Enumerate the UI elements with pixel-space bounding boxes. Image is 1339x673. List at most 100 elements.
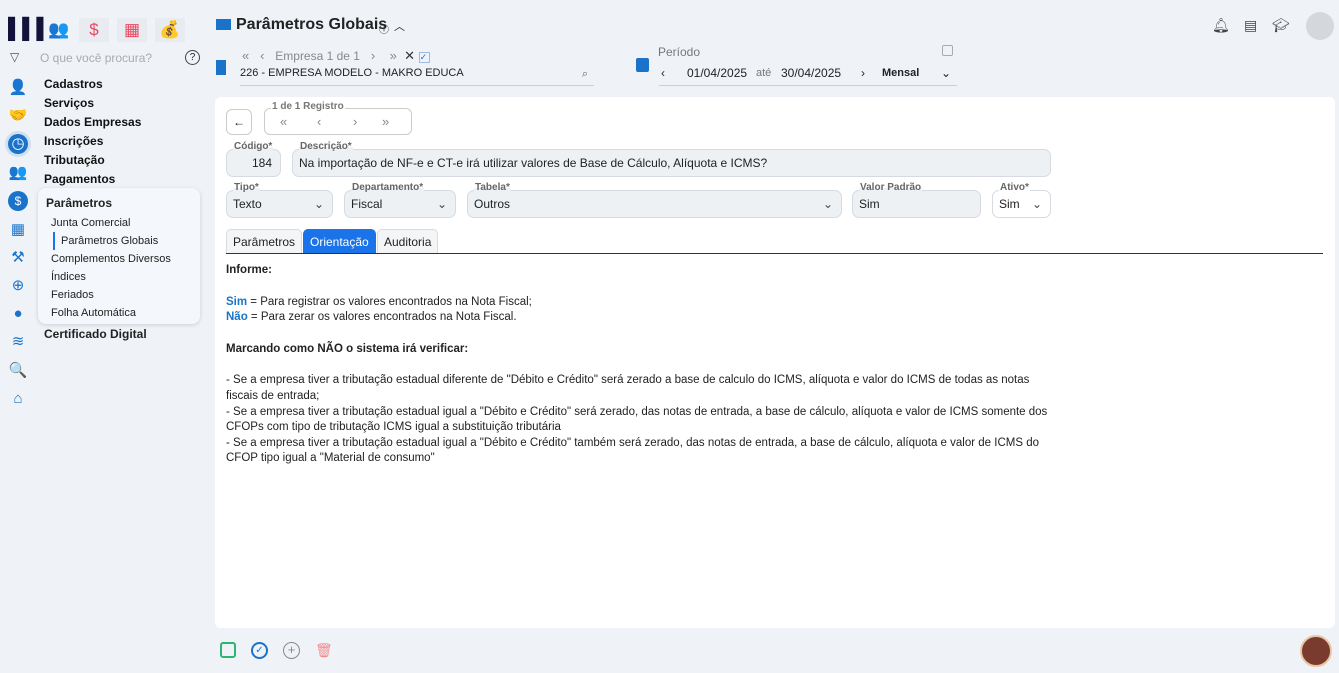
descricao-label: Descrição* [299,141,353,153]
ativo-value: Sim [999,197,1020,211]
descricao-field[interactable]: Descrição* Na importação de NF-e e CT-e i… [292,141,1051,177]
codigo-value: 184 [251,156,272,170]
period-checkbox[interactable] [942,45,953,56]
period-field: ‹ 01/04/2025 até 30/04/2025 › Mensal ⌄ [659,63,957,86]
record-nav: 1 de 1 Registro « ‹ › » [264,101,412,135]
until-label: até [756,67,772,79]
search-icon[interactable]: ⌕ [582,65,588,83]
menu-item[interactable]: Tributação [44,151,141,170]
handshake-icon[interactable]: 🤝 [8,106,28,126]
calculator-icon[interactable]: ▦ [8,220,28,240]
chevron-down-icon: ⌄ [1031,197,1042,211]
codigo-field[interactable]: Código* 184 [226,141,281,177]
filter-icon[interactable]: ▽ [10,50,19,64]
next-button[interactable]: › [371,48,375,63]
sim-keyword: Sim [226,295,248,308]
dollar-circle-icon[interactable]: $ [8,191,28,211]
globe-icon[interactable]: ⊕ [8,276,28,296]
departamento-select[interactable]: Departamento* Fiscal ⌄ [344,182,456,218]
chevron-down-icon[interactable]: ⌄ [941,63,951,83]
end-date[interactable]: 30/04/2025 [781,63,841,83]
valor-padrao-label: Valor Padrão [859,182,923,194]
company-nav-label: Empresa 1 de 1 [275,49,360,63]
tab-auditoria[interactable]: Auditoria [377,229,439,253]
tab-parametros[interactable]: Parâmetros [226,229,303,253]
dollar-icon[interactable]: $ [79,18,109,42]
next-period-button[interactable]: › [861,63,865,83]
codigo-label: Código* [233,141,274,153]
menu-item[interactable]: Inscrições [44,132,141,151]
help-icon[interactable]: ? [185,50,200,65]
period-label: Período [658,45,701,59]
orientation-bullet: - Se a empresa tiver a tributação estadu… [226,436,1039,465]
chevron-up-icon[interactable]: ︿ [394,18,405,34]
nao-keyword: Não [226,311,248,324]
prev-button[interactable]: ‹ [260,48,264,63]
tipo-value: Texto [233,197,262,211]
prev-period-button[interactable]: ‹ [661,63,665,83]
menu-item[interactable]: Cadastros [44,75,141,94]
tipo-label: Tipo* [233,182,260,194]
submenu-item[interactable]: Complementos Diversos [46,250,200,268]
assistant-avatar[interactable] [1300,635,1332,667]
prev-record-button[interactable]: ‹ [317,114,321,129]
submenu-item[interactable]: Índices [46,268,200,286]
first-record-button[interactable]: « [280,114,287,129]
confirm-icon[interactable]: ✓ [251,642,268,659]
chevron-down-icon: ⌄ [822,197,833,211]
users-icon[interactable]: 👥 [44,18,74,42]
period-mode-select[interactable]: Mensal [882,63,919,83]
home-icon[interactable]: ⌂ [8,389,28,409]
tipo-select[interactable]: Tipo* Texto ⌄ [226,182,333,218]
people-icon[interactable]: 👥 [8,163,28,183]
tab-orientacao[interactable]: Orientação [303,229,376,253]
menu-item[interactable]: Certificado Digital [44,327,147,341]
last-button[interactable]: » [390,48,397,63]
layers-icon[interactable]: ≋ [8,332,28,352]
submenu-title[interactable]: Parâmetros [46,192,200,214]
money-bag-icon[interactable]: 💰 [155,18,185,42]
clock-icon[interactable]: ◷ [8,134,28,154]
avatar[interactable] [1306,12,1334,40]
menu-item[interactable]: Pagamentos [44,170,141,189]
search-input[interactable]: O que você procura? [40,51,152,65]
back-button[interactable]: ← [226,109,252,135]
record-nav-label: 1 de 1 Registro [271,101,345,112]
company-field[interactable]: 226 - EMPRESA MODELO - MAKRO EDUCA ⌕ [240,64,594,86]
submenu-item-active[interactable]: Parâmetros Globais [53,232,200,250]
calendar-icon [636,58,649,72]
user-settings-icon[interactable]: 👤 [8,78,28,98]
add-icon[interactable]: + [283,642,300,659]
info-icon[interactable]: ⓘ [379,21,389,36]
ativo-select[interactable]: Ativo* Sim ⌄ [992,182,1051,218]
building-icon [216,60,226,75]
orientation-bullet: - Se a empresa tiver a tributação estadu… [226,374,1030,402]
departamento-value: Fiscal [351,197,383,211]
sim-text: = Para registrar os valores encontrados … [247,295,532,308]
first-button[interactable]: « [242,48,249,63]
search-icon[interactable]: 🔍 [8,361,28,381]
next-record-button[interactable]: › [353,114,357,129]
tools-icon[interactable]: ⚒ [8,248,28,268]
graduation-cap-icon[interactable]: 🎓︎ [1272,17,1290,34]
tabela-value: Outros [474,197,511,211]
menu-item[interactable]: Serviços [44,94,141,113]
submenu-item[interactable]: Junta Comercial [46,214,200,232]
side-menu: Cadastros Serviços Dados Empresas Inscri… [44,75,141,189]
last-record-button[interactable]: » [382,114,389,129]
document-search-icon[interactable]: ▤ [1244,17,1257,34]
calculator-icon[interactable]: ▦ [117,18,147,42]
bell-icon[interactable]: 🔔︎ [1212,17,1230,34]
save-icon[interactable] [220,642,236,658]
tabela-select[interactable]: Tabela* Outros ⌄ [467,182,842,218]
submenu-item[interactable]: Feriados [46,286,200,304]
delete-icon[interactable]: 🗑︎ [315,642,333,659]
clear-button[interactable]: ✕ [404,48,415,63]
company-checkbox[interactable]: ✓ [418,52,430,63]
valor-padrao-field[interactable]: Valor Padrão Sim [852,182,981,218]
menu-item[interactable]: Dados Empresas [44,113,141,132]
orientation-text: Informe: Sim = Para registrar os valores… [226,263,1056,467]
submenu-item[interactable]: Folha Automática [46,304,200,322]
start-date[interactable]: 01/04/2025 [687,63,747,83]
money-bag-icon[interactable]: ● [8,304,28,324]
